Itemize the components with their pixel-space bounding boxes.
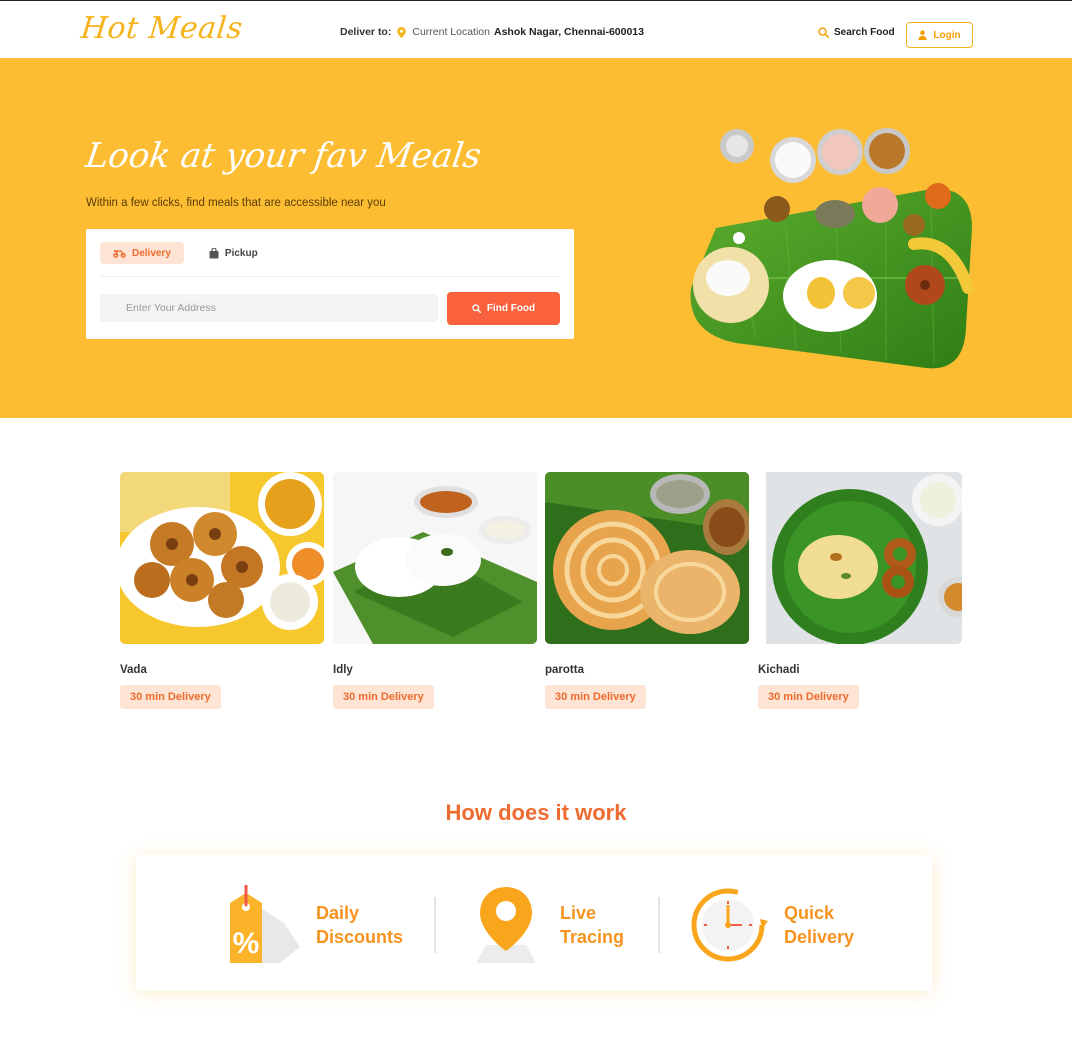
current-address: Ashok Nagar, Chennai-600013: [494, 26, 644, 38]
feature-line1: Quick: [784, 903, 835, 923]
svg-text:%: %: [233, 927, 260, 960]
food-list: Vada 30 min Delivery Idly 30 min Deliver…: [120, 472, 962, 712]
divider: [434, 897, 436, 953]
location-pin-icon: [397, 26, 407, 38]
divider: [100, 276, 560, 277]
search-card: Delivery Pickup Find Food: [86, 229, 574, 339]
divider: [658, 897, 660, 953]
find-food-button[interactable]: Find Food: [447, 292, 560, 325]
feature-label: Live Tracing: [560, 901, 660, 949]
login-button[interactable]: Login: [906, 22, 973, 48]
clock-icon: [691, 888, 768, 962]
how-it-works-title: How does it work: [445, 800, 627, 825]
thali-image: [690, 128, 974, 369]
delivery-time-badge: 30 min Delivery: [333, 685, 434, 709]
user-icon: [918, 30, 927, 40]
feature-line1: Daily: [316, 903, 360, 923]
site-header: Hot Meals Deliver to: Current Location A…: [0, 1, 1072, 58]
tab-pickup[interactable]: Pickup: [196, 242, 271, 264]
find-food-label: Find Food: [486, 303, 536, 314]
food-image-idly[interactable]: [333, 472, 537, 644]
hero-subtitle: Within a few clicks, find meals that are…: [86, 197, 386, 209]
food-card-idly[interactable]: Idly 30 min Delivery: [333, 472, 537, 709]
parotta-image: [545, 472, 749, 644]
feature-line2: Tracing: [560, 927, 625, 947]
food-name: parotta: [545, 664, 584, 676]
deliver-label: Deliver to:: [340, 26, 392, 38]
feature-label: Daily Discounts: [316, 901, 416, 949]
feature-daily-discounts: % Daily Discounts: [226, 885, 416, 965]
scooter-icon: [113, 250, 126, 258]
feature-line1: Live: [560, 903, 597, 923]
hero-banner: Look at your fav Meals Within a few clic…: [0, 58, 1072, 418]
feature-line2: Delivery: [784, 927, 855, 947]
current-location-label: Current Location: [412, 26, 490, 38]
food-card-kichadi[interactable]: Kichadi 30 min Delivery: [758, 472, 962, 709]
order-type-tabs: Delivery Pickup: [100, 242, 271, 264]
food-name: Kichadi: [758, 664, 800, 676]
idly-image: [333, 472, 537, 644]
tab-pickup-label: Pickup: [224, 247, 258, 259]
tab-delivery[interactable]: Delivery: [100, 242, 184, 264]
food-name: Vada: [120, 664, 147, 676]
bag-icon: [209, 247, 219, 258]
tab-delivery-label: Delivery: [132, 247, 171, 259]
feature-live-tracing: Live Tracing: [466, 885, 660, 965]
hero-title: Look at your fav Meals: [83, 136, 484, 176]
logo[interactable]: Hot Meals: [79, 11, 244, 46]
food-card-parotta[interactable]: parotta 30 min Delivery: [545, 472, 749, 709]
address-input[interactable]: [100, 294, 438, 322]
food-image-vada[interactable]: [120, 472, 324, 644]
food-image-kichadi[interactable]: [758, 472, 962, 644]
food-image-parotta[interactable]: [545, 472, 749, 644]
kichadi-image: [758, 472, 962, 644]
food-card-vada[interactable]: Vada 30 min Delivery: [120, 472, 324, 709]
how-it-works-card: % Daily Discounts Live Tracing Quick Del…: [136, 855, 932, 991]
discount-tag-icon: %: [230, 885, 300, 963]
delivery-time-badge: 30 min Delivery: [758, 685, 859, 709]
feature-quick-delivery: Quick Delivery: [690, 885, 884, 965]
vada-image: [120, 472, 324, 644]
delivery-time-badge: 30 min Delivery: [545, 685, 646, 709]
search-icon: [818, 27, 829, 38]
search-icon: [472, 304, 481, 313]
search-food-link[interactable]: Search Food: [818, 27, 895, 38]
location-pin-icon: [476, 887, 536, 963]
deliver-to[interactable]: Deliver to: Current Location Ashok Nagar…: [340, 26, 644, 38]
food-name: Idly: [333, 664, 353, 676]
feature-line2: Discounts: [316, 927, 404, 947]
delivery-time-badge: 30 min Delivery: [120, 685, 221, 709]
login-label: Login: [933, 29, 961, 41]
search-food-label: Search Food: [834, 27, 895, 38]
feature-label: Quick Delivery: [784, 901, 884, 949]
